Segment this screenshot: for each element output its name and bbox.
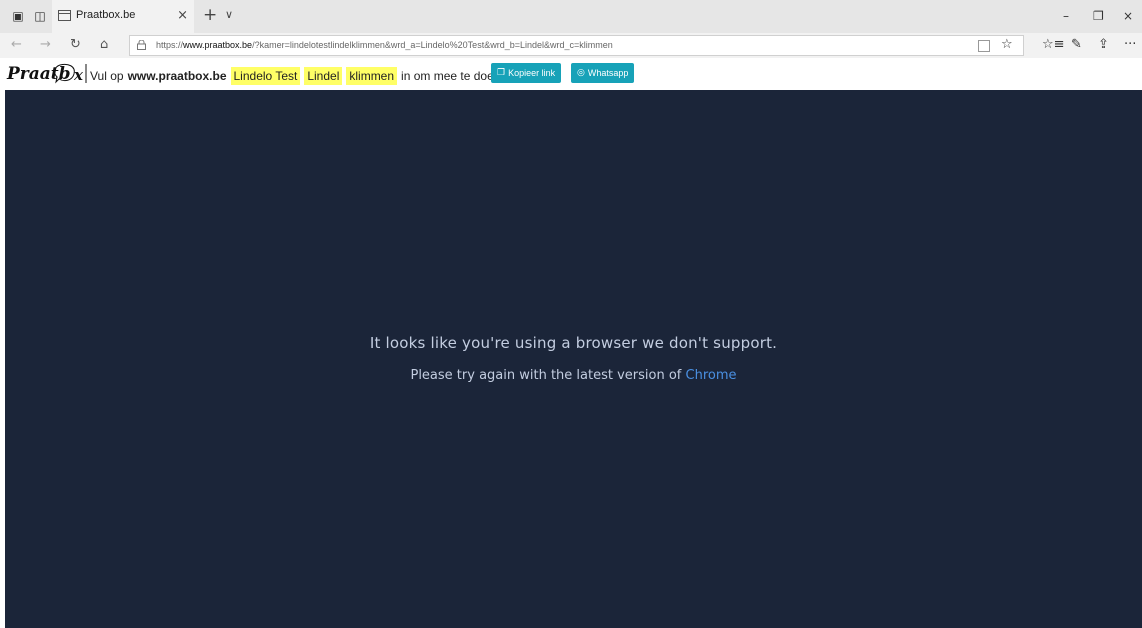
copy-link-label: Kopieer link (508, 68, 556, 78)
web-notes-icon[interactable]: ✎ (1071, 37, 1082, 52)
svg-text:x: x (73, 66, 84, 84)
page-content: It looks like you're using a browser we … (5, 90, 1142, 628)
tabs-aside-icon[interactable]: ◫ (31, 8, 49, 24)
word-a: Lindelo Test (230, 67, 301, 85)
minimize-button[interactable]: – (1063, 9, 1069, 23)
tab-list-chevron-icon[interactable]: ∨ (225, 8, 233, 21)
address-bar[interactable]: https://www.praatbox.be/?kamer=lindelote… (129, 35, 1024, 56)
share-icon[interactable]: ⇪ (1098, 37, 1109, 52)
forward-button[interactable]: → (40, 37, 51, 52)
favorite-star-icon[interactable]: ☆ (1001, 37, 1013, 52)
tab-close-icon[interactable]: × (177, 8, 188, 23)
whatsapp-button[interactable]: ◎ Whatsapp (571, 63, 635, 83)
word-b: Lindel (304, 67, 343, 85)
svg-text:Praatb: Praatb (6, 64, 71, 84)
close-window-button[interactable]: × (1123, 9, 1133, 23)
new-tab-button[interactable]: + (203, 5, 217, 25)
copy-link-button[interactable]: ❐ Kopieer link (491, 63, 562, 83)
whatsapp-icon: ◎ (577, 68, 585, 78)
tab-title: Praatbox.be (76, 9, 136, 21)
unsupported-browser-message: It looks like you're using a browser we … (369, 334, 778, 352)
browser-tab-bar: ▣ ◫ Praatbox.be × + ∨ – ❐ × (0, 0, 1142, 33)
chrome-link[interactable]: Chrome (686, 368, 737, 383)
favorites-hub-icon[interactable]: ☆≡ (1042, 37, 1065, 52)
copy-icon: ❐ (497, 68, 506, 78)
tab-actions-icon[interactable]: ▣ (9, 8, 27, 24)
banner-text-end: in om mee te doen. (401, 69, 504, 83)
restore-button[interactable]: ❐ (1093, 9, 1104, 23)
whatsapp-label: Whatsapp (587, 68, 629, 78)
praatbox-logo: Praatb x (6, 63, 87, 84)
url-text: https://www.praatbox.be/?kamer=lindelote… (156, 40, 613, 50)
reading-view-icon[interactable] (978, 40, 990, 52)
banner-site: www.praatbox.be (127, 69, 227, 83)
tab-praatbox[interactable]: Praatbox.be × (52, 0, 194, 33)
lock-icon (137, 40, 146, 50)
try-again-message: Please try again with the latest version… (5, 368, 1142, 383)
back-button[interactable]: ← (11, 37, 22, 52)
address-toolbar: ← → ↻ ⌂ https://www.praatbox.be/?kamer=l… (0, 33, 1142, 58)
page-icon (58, 10, 71, 21)
home-button[interactable]: ⌂ (100, 37, 108, 52)
praatbox-banner: Praatb x Vul op www.praatbox.be Lindelo … (0, 58, 1142, 90)
try-again-text: Please try again with the latest version… (410, 368, 682, 383)
word-c: klimmen (346, 67, 398, 85)
refresh-button[interactable]: ↻ (70, 37, 81, 52)
banner-text-start: Vul op (90, 69, 124, 83)
banner-instructions: Vul op www.praatbox.be Lindelo Test Lind… (90, 66, 504, 86)
more-icon[interactable]: ··· (1124, 37, 1136, 52)
